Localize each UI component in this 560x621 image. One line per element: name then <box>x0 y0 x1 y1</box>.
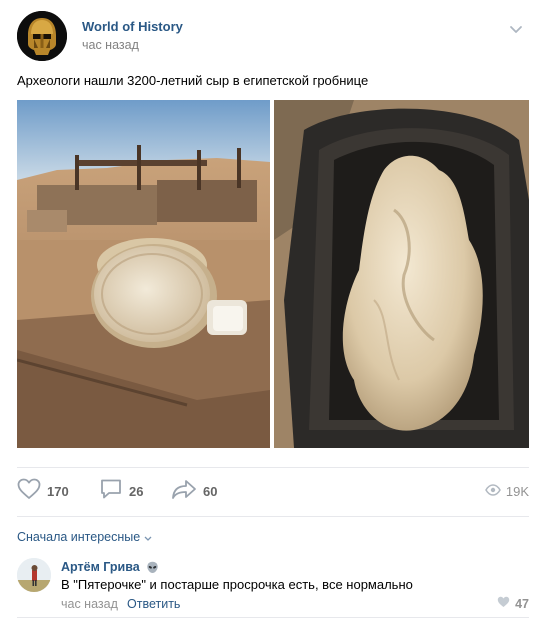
comment-text: В "Пятерочке" и постарше просрочка есть,… <box>61 577 413 592</box>
divider <box>17 516 529 517</box>
comment-button[interactable]: 26 <box>99 478 143 504</box>
cheese-closeup-photo[interactable] <box>274 100 529 448</box>
comment-count: 26 <box>129 483 144 499</box>
views-counter: 19K <box>484 478 529 504</box>
views-count: 19K <box>505 483 529 499</box>
excavation-cheese-photo[interactable] <box>17 100 270 448</box>
chevron-down-icon[interactable] <box>508 21 524 37</box>
like-count: 170 <box>47 483 69 499</box>
post-actions: 170 26 60 19K <box>17 478 529 504</box>
post-time[interactable]: час назад <box>82 38 139 52</box>
comment-author-name: Артём Грива <box>61 560 140 574</box>
like-button[interactable]: 170 <box>17 478 69 504</box>
share-button[interactable]: 60 <box>171 478 217 504</box>
comments-sort-dropdown[interactable]: Сначала интересные <box>17 530 153 544</box>
post-card: World of History час назад Археологи наш… <box>0 0 545 621</box>
alien-icon <box>146 561 159 574</box>
heart-icon <box>17 478 41 505</box>
heart-icon <box>497 596 510 611</box>
sort-label: Сначала интересные <box>17 530 141 544</box>
reply-button[interactable]: Ответить <box>127 597 180 611</box>
share-count: 60 <box>203 483 218 499</box>
divider <box>17 617 529 618</box>
comment-time[interactable]: час назад <box>61 597 118 611</box>
chevron-down-icon <box>143 532 153 542</box>
community-avatar[interactable] <box>17 11 67 61</box>
comment-like-button[interactable]: 47 <box>497 596 529 611</box>
post-photos <box>17 100 529 448</box>
divider <box>17 467 529 468</box>
post-text: Археологи нашли 3200-летний сыр в египет… <box>17 73 369 88</box>
comment-avatar[interactable] <box>17 558 51 592</box>
post-header: World of History час назад <box>17 11 529 61</box>
comment-like-count: 47 <box>515 596 529 611</box>
share-icon <box>171 478 197 505</box>
comment-icon <box>99 478 123 505</box>
post-author[interactable]: World of History <box>82 19 183 34</box>
eye-icon <box>484 483 501 499</box>
comment-author[interactable]: Артём Грива <box>61 560 159 574</box>
